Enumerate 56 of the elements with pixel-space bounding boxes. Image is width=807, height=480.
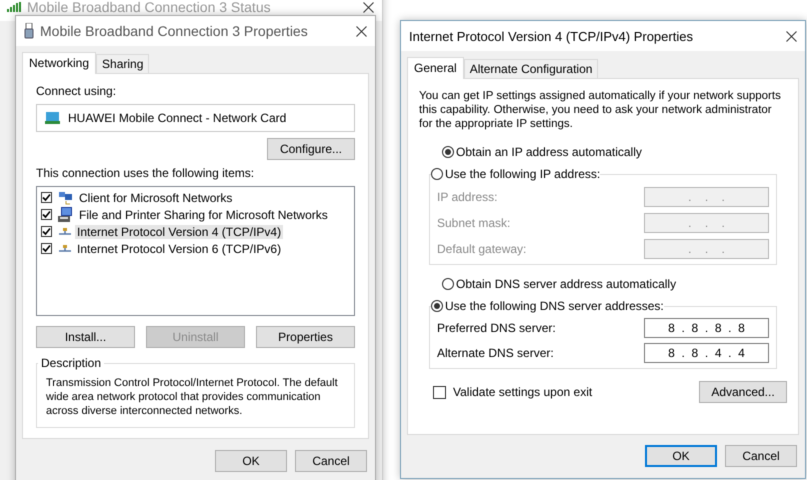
computers-icon bbox=[58, 190, 74, 204]
radio-label: Use the following IP address: bbox=[445, 167, 600, 181]
window-title: Mobile Broadband Connection 3 Status bbox=[27, 0, 272, 15]
field-label: IP address: bbox=[437, 190, 498, 204]
checkbox-label: Validate settings upon exit bbox=[453, 385, 592, 399]
tab[interactable]: General bbox=[407, 57, 464, 79]
radio-button[interactable] bbox=[431, 168, 443, 180]
radio-label: Obtain an IP address automatically bbox=[456, 145, 642, 159]
adapter-name: HUAWEI Mobile Connect - Network Card bbox=[68, 111, 286, 125]
description-text: Transmission Control Protocol/Internet Protocol. The default wide area network protocol that provides communication across diverse interconnected networks. bbox=[46, 376, 339, 418]
list-item[interactable]: File and Printer Sharing for Microsoft Networks bbox=[77, 208, 330, 222]
dialog-button[interactable]: OK bbox=[215, 450, 287, 472]
ip-address-field[interactable]: 8 . 8 . 4 . 4 bbox=[644, 343, 769, 363]
checkbox[interactable] bbox=[41, 209, 52, 220]
usb-modem-icon bbox=[24, 23, 34, 39]
group-legend: Description bbox=[38, 356, 104, 370]
radio-label: Obtain DNS server address automatically bbox=[456, 277, 676, 291]
dialog-button[interactable]: Cancel bbox=[295, 450, 367, 472]
intro-text: You can get IP settings assigned automatically if your network supports this capability. Otherwise, you need to ask your network administrator for the appropriate IP settings. bbox=[419, 89, 782, 131]
list-item[interactable]: Internet Protocol Version 4 (TCP/IPv4) bbox=[75, 224, 284, 238]
radio-button[interactable] bbox=[431, 300, 443, 312]
field-label: Preferred DNS server: bbox=[437, 321, 556, 335]
advanced-button[interactable]: Advanced... bbox=[699, 381, 787, 403]
close-icon[interactable] bbox=[786, 30, 797, 42]
tab[interactable]: Sharing bbox=[96, 54, 150, 73]
checkbox[interactable] bbox=[41, 192, 52, 203]
checkbox[interactable] bbox=[41, 226, 52, 237]
tab[interactable]: Networking bbox=[22, 52, 96, 74]
radio-label: Use the following DNS server addresses: bbox=[445, 299, 664, 313]
ip-address-field[interactable]: 8 . 8 . 8 . 8 bbox=[644, 318, 769, 338]
radio-button[interactable] bbox=[442, 146, 454, 158]
list-item[interactable]: Internet Protocol Version 6 (TCP/IPv6) bbox=[75, 242, 284, 256]
window-title: Mobile Broadband Connection 3 Properties bbox=[40, 23, 309, 39]
checkbox[interactable] bbox=[41, 243, 52, 254]
field-label: Default gateway: bbox=[437, 242, 526, 256]
dialog-button[interactable]: Cancel bbox=[725, 445, 797, 467]
dialog-button[interactable]: OK bbox=[645, 445, 717, 467]
list-item[interactable]: Client for Microsoft Networks bbox=[77, 190, 234, 204]
configure-button[interactable]: Configure... bbox=[267, 138, 355, 160]
tab[interactable]: Alternate Configuration bbox=[464, 59, 598, 78]
field-label: Alternate DNS server: bbox=[437, 346, 554, 360]
printer-computer-icon bbox=[58, 206, 74, 222]
connect-using-label: Connect using: bbox=[36, 84, 118, 98]
action-button[interactable]: Install... bbox=[36, 326, 135, 348]
network-protocol-icon bbox=[58, 244, 72, 252]
items-label: This connection uses the following items: bbox=[36, 166, 256, 180]
signal-bars-icon bbox=[7, 2, 21, 12]
action-button[interactable]: Properties bbox=[256, 326, 355, 348]
close-icon[interactable] bbox=[356, 26, 367, 36]
network-protocol-icon bbox=[58, 228, 72, 236]
radio-button[interactable] bbox=[442, 278, 454, 290]
window-title: Internet Protocol Version 4 (TCP/IPv4) Properties bbox=[409, 28, 694, 44]
network-card-icon bbox=[45, 112, 60, 124]
checkbox[interactable] bbox=[433, 386, 446, 398]
close-icon[interactable] bbox=[363, 2, 374, 12]
field-label: Subnet mask: bbox=[437, 216, 510, 230]
